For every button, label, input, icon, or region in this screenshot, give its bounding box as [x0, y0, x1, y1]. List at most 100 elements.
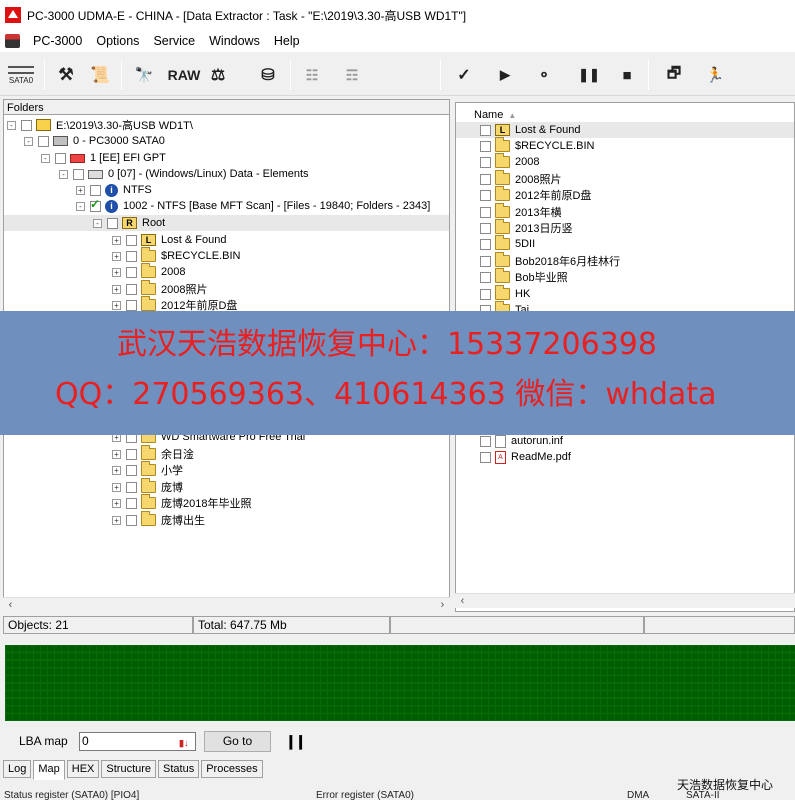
- tree-checkbox[interactable]: [107, 217, 118, 229]
- pause-icon[interactable]: ❚❚: [578, 61, 600, 89]
- file-list-item[interactable]: 2013日历竖: [480, 219, 572, 236]
- file-list-item[interactable]: Bob2018年6月桂林行: [480, 252, 620, 269]
- file-checkbox[interactable]: [480, 206, 491, 218]
- map-pause-icon[interactable]: ❙❙: [285, 733, 307, 750]
- file-list-item[interactable]: autorun.inf: [480, 433, 563, 449]
- tree-node[interactable]: + 庞博2018年毕业照: [112, 494, 251, 511]
- file-checkbox[interactable]: [480, 435, 491, 447]
- tree-checkbox[interactable]: [126, 448, 137, 460]
- collapse-icon[interactable]: -: [59, 169, 68, 179]
- tree-node[interactable]: + i NTFS: [76, 182, 152, 198]
- tree-node[interactable]: - 0 - PC3000 SATA0: [24, 133, 165, 149]
- tab-structure[interactable]: Structure: [101, 760, 157, 778]
- file-checkbox[interactable]: [480, 271, 491, 283]
- check-drive-icon[interactable]: ✓: [452, 61, 476, 89]
- expand-icon[interactable]: +: [112, 449, 121, 459]
- expand-icon[interactable]: +: [112, 482, 121, 492]
- binoculars-icon[interactable]: 🔭: [132, 61, 156, 89]
- file-checkbox[interactable]: [480, 173, 491, 185]
- expand-icon[interactable]: +: [112, 251, 121, 261]
- file-checkbox[interactable]: [480, 189, 491, 201]
- file-checkbox[interactable]: [480, 222, 491, 234]
- tree-checkbox[interactable]: [126, 299, 137, 311]
- file-list-item[interactable]: 2012年前原D盘: [480, 186, 591, 203]
- file-checkbox[interactable]: [480, 288, 491, 300]
- file-checkbox[interactable]: [480, 124, 491, 136]
- tools-icon[interactable]: ⚒: [54, 61, 78, 89]
- tree-node[interactable]: + 庞博: [112, 478, 183, 495]
- scale-icon[interactable]: ⚖: [206, 61, 230, 89]
- stop-icon[interactable]: ■: [616, 61, 638, 89]
- menu-options[interactable]: Options: [89, 34, 146, 48]
- tree-node[interactable]: + 庞博出生: [112, 511, 205, 528]
- tree-checkbox[interactable]: [73, 168, 84, 180]
- lba-input[interactable]: 0 ▮↓: [79, 731, 196, 751]
- tree-checkbox[interactable]: [126, 514, 137, 526]
- expand-icon[interactable]: +: [112, 498, 121, 508]
- collapse-icon[interactable]: -: [24, 136, 33, 146]
- file-list-item[interactable]: 2008照片: [480, 170, 561, 187]
- tab-processes[interactable]: Processes: [201, 760, 263, 778]
- tab-status[interactable]: Status: [158, 760, 200, 778]
- collapse-icon[interactable]: -: [7, 120, 16, 130]
- tab-hex[interactable]: HEX: [66, 760, 100, 778]
- tree-checkbox[interactable]: [126, 481, 137, 493]
- tree-checkbox[interactable]: [126, 464, 137, 476]
- tree-checkbox[interactable]: [90, 197, 101, 212]
- collapse-icon[interactable]: -: [93, 218, 102, 228]
- tree-node[interactable]: - R Root: [4, 215, 449, 231]
- name-column-header[interactable]: Name ▲: [456, 107, 794, 123]
- file-list-item[interactable]: A ReadMe.pdf: [480, 449, 571, 465]
- tree-node[interactable]: - i 1002 - NTFS [Base MFT Scan] - [Files -…: [76, 197, 430, 214]
- expand-icon[interactable]: +: [112, 465, 121, 475]
- menu-help[interactable]: Help: [267, 34, 307, 48]
- sata-port-button[interactable]: SATA0: [4, 61, 38, 89]
- scroll-right-icon[interactable]: ›: [435, 598, 450, 613]
- file-list-item[interactable]: 5DII: [480, 235, 535, 252]
- lba-pick-icon[interactable]: ▮↓: [179, 735, 193, 748]
- tree-node[interactable]: + $RECYCLE.BIN: [112, 247, 240, 264]
- pc3000-menu-icon[interactable]: [5, 34, 20, 48]
- file-checkbox[interactable]: [480, 238, 491, 250]
- sector-map[interactable]: [5, 645, 795, 721]
- file-list-item[interactable]: 2013年横: [480, 203, 561, 220]
- scroll-left-icon[interactable]: ‹: [3, 598, 18, 613]
- tree-checkbox[interactable]: [21, 119, 32, 131]
- tree-checkbox[interactable]: [55, 152, 66, 164]
- tree-node[interactable]: - 0 [07] - (Windows/Linux) Data - Element…: [59, 166, 309, 182]
- menu-service[interactable]: Service: [146, 34, 202, 48]
- tree-node[interactable]: - 1 [EE] EFI GPT: [41, 150, 166, 166]
- tree-node[interactable]: + L Lost & Found: [112, 232, 226, 248]
- expand-icon[interactable]: +: [112, 284, 121, 294]
- file-list-item[interactable]: HK: [480, 285, 530, 302]
- expand-icon[interactable]: +: [112, 235, 121, 245]
- file-list-item[interactable]: Bob毕业照: [480, 268, 568, 285]
- scroll-icon[interactable]: 📜: [88, 61, 112, 89]
- tree-node[interactable]: - E:\2019\3.30-高USB WD1T\: [7, 117, 193, 133]
- file-checkbox[interactable]: [480, 255, 491, 267]
- tree-node[interactable]: +2008照片: [112, 280, 207, 297]
- folders-hscrollbar[interactable]: ‹ ›: [3, 597, 450, 612]
- file-checkbox[interactable]: [480, 451, 491, 463]
- file-list-item[interactable]: 2008: [480, 153, 539, 170]
- tree-node[interactable]: + 余日淦: [112, 445, 194, 462]
- collapse-icon[interactable]: -: [76, 201, 85, 211]
- tree-checkbox[interactable]: [126, 266, 137, 278]
- windows-icon[interactable]: 🗗: [662, 61, 686, 89]
- tree-checkbox[interactable]: [126, 497, 137, 509]
- collapse-icon[interactable]: -: [41, 153, 50, 163]
- raw-button[interactable]: RAW: [166, 61, 202, 89]
- file-checkbox[interactable]: [480, 140, 491, 152]
- exit-icon[interactable]: 🏃: [703, 61, 727, 89]
- files-hscrollbar[interactable]: ‹: [455, 593, 795, 608]
- tab-map[interactable]: Map: [33, 760, 65, 780]
- menu-pc3000[interactable]: PC-3000: [26, 34, 89, 48]
- tree-checkbox[interactable]: [126, 250, 137, 262]
- tree-view-icon[interactable]: ☷: [300, 61, 324, 89]
- menu-windows[interactable]: Windows: [202, 34, 267, 48]
- network-icon[interactable]: ⚬: [528, 61, 560, 89]
- disk-stack-icon[interactable]: ⛁: [256, 61, 280, 89]
- expand-icon[interactable]: +: [76, 185, 85, 195]
- expand-icon[interactable]: +: [112, 267, 121, 277]
- tree-node[interactable]: + 小学: [112, 461, 183, 478]
